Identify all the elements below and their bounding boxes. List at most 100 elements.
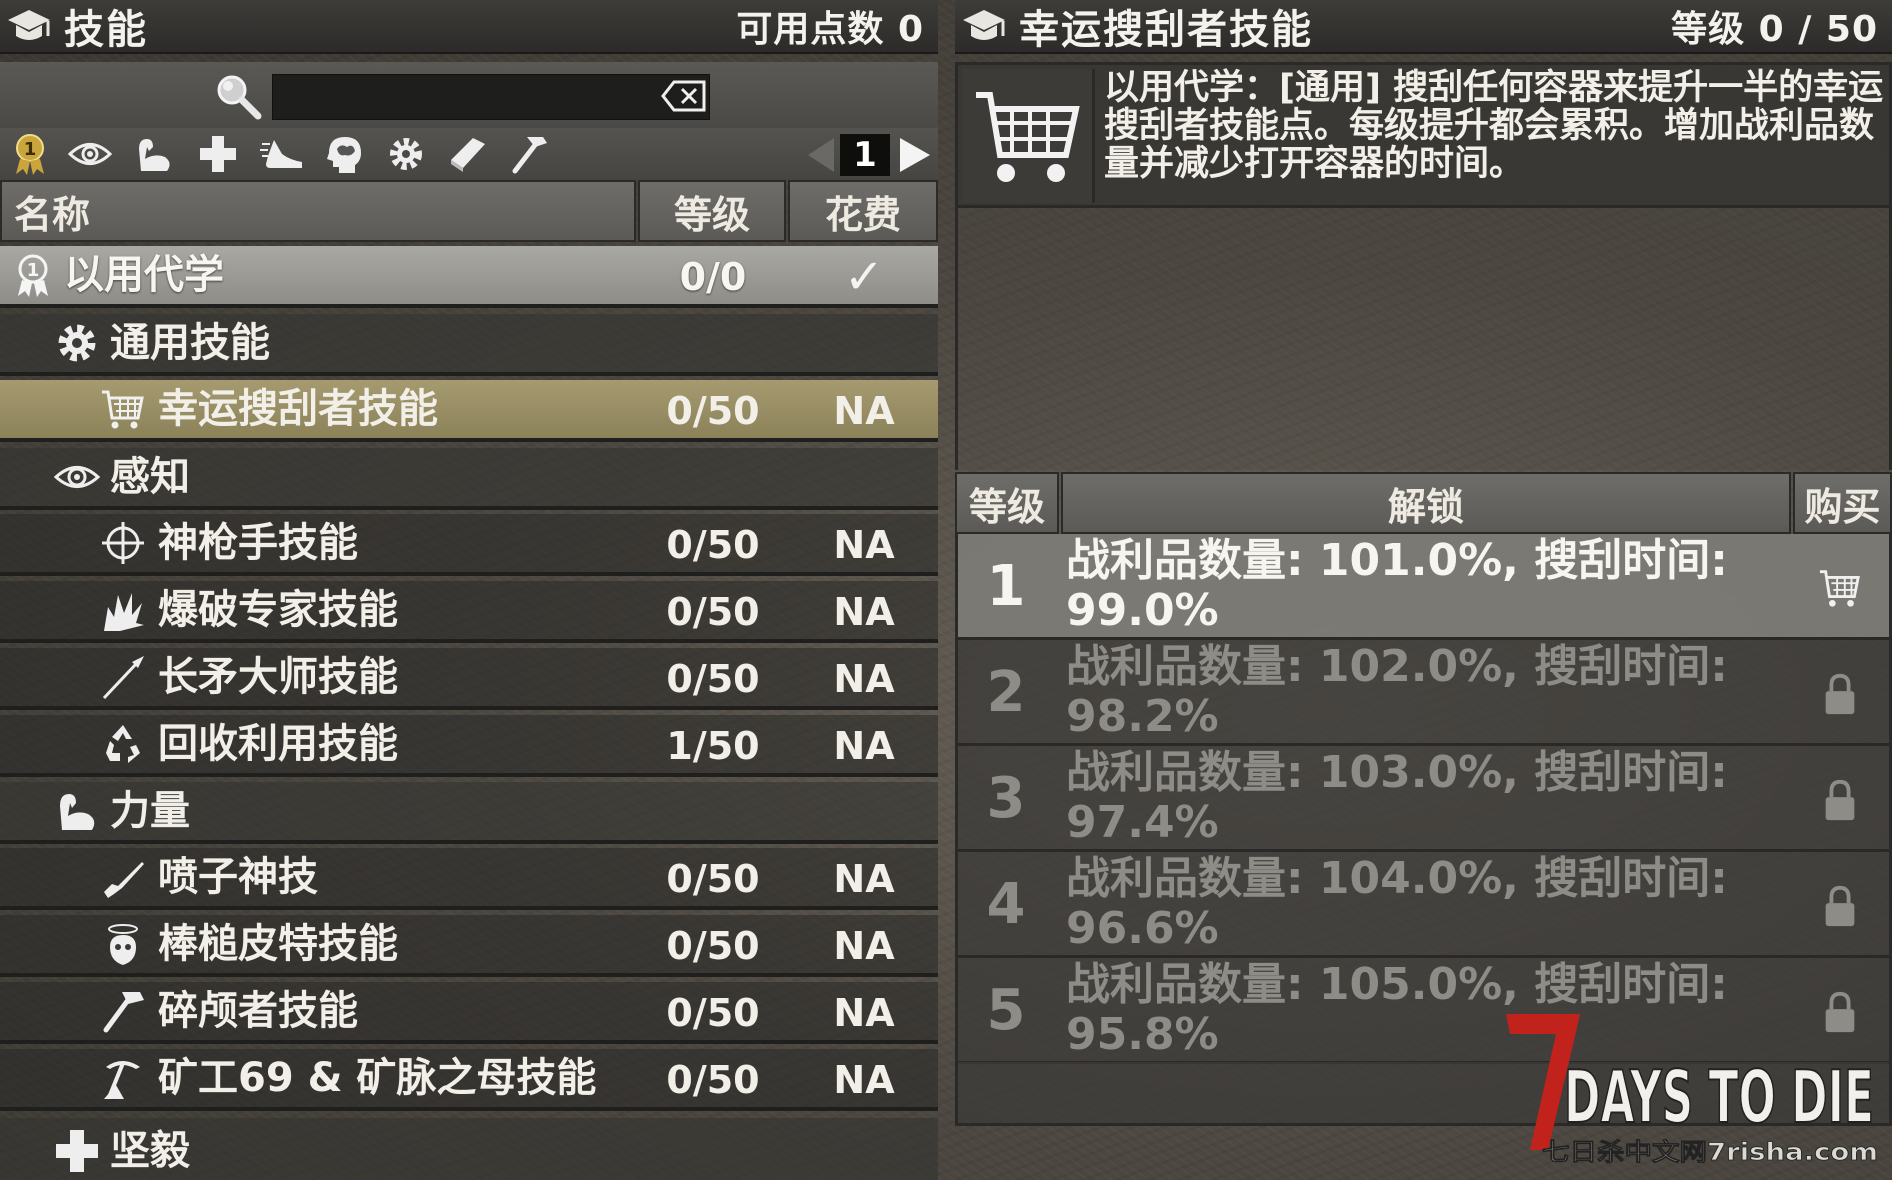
clear-search-icon[interactable] <box>660 79 708 113</box>
row-level: 0/50 <box>666 523 760 567</box>
skill-row-miner69[interactable]: 矿工69 & 矿脉之母技能 0/50 NA <box>0 1049 938 1111</box>
page-number: 1 <box>840 134 890 176</box>
row-cost: NA <box>833 523 895 567</box>
row-label: 以用代学 <box>64 252 224 298</box>
pickaxe-icon <box>104 1061 140 1099</box>
row-level: 0/50 <box>666 1058 760 1102</box>
strength-icon[interactable] <box>130 132 178 176</box>
row-level: 0/0 <box>679 255 747 299</box>
skill-icon-frame <box>962 69 1095 203</box>
svg-text:1: 1 <box>27 260 40 281</box>
game-logo-watermark: DAYS TO DIE 七日杀中文网7risha.com <box>1506 1014 1878 1166</box>
skill-row-lucky-looter[interactable]: 幸运搜刮者技能 0/50 NA <box>0 380 938 442</box>
row-label: 碎颅者技能 <box>158 988 358 1034</box>
row-level: 0/50 <box>666 991 760 1035</box>
row-level: 0/50 <box>666 857 760 901</box>
skills-title: 技能 <box>64 7 148 53</box>
agility-icon[interactable] <box>258 132 306 176</box>
level-description: 战利品数量: 103.0%, 搜刮时间: 97.4% <box>1066 747 1728 848</box>
page-prev-icon[interactable] <box>806 136 836 174</box>
search-icon <box>217 75 262 120</box>
row-cost: NA <box>833 590 895 634</box>
page-next-icon[interactable] <box>898 136 932 174</box>
available-points: 可用点数 0 <box>736 9 924 50</box>
column-level[interactable]: 等级 <box>638 180 786 242</box>
level-description: 战利品数量: 102.0%, 搜刮时间: 98.2% <box>1066 641 1728 742</box>
level-number: 2 <box>986 660 1026 725</box>
row-label: 长矛大师技能 <box>158 654 398 700</box>
category-row-strength[interactable]: 力量 <box>0 782 938 844</box>
skill-title-bar: 幸运搜刮者技能 等级 0 / 50 <box>955 0 1892 54</box>
level-row-1[interactable]: 1 战利品数量: 101.0%, 搜刮时间: 99.0% <box>955 534 1892 640</box>
level-row-3[interactable]: 3 战利品数量: 103.0%, 搜刮时间: 97.4% <box>955 746 1892 852</box>
levels-header: 等级 解锁 购买 <box>955 472 1892 534</box>
category-row-perception[interactable]: 感知 <box>0 448 938 510</box>
row-label: 喷子神技 <box>158 854 318 900</box>
level-row-2[interactable]: 2 战利品数量: 102.0%, 搜刮时间: 98.2% <box>955 640 1892 746</box>
level-number: 4 <box>986 872 1026 937</box>
lock-icon <box>1825 673 1855 715</box>
row-cost: NA <box>833 857 895 901</box>
skill-preview-area <box>955 208 1892 470</box>
search-row <box>0 62 938 128</box>
column-cost[interactable]: 花费 <box>788 180 938 242</box>
skill-row-skull-crusher[interactable]: 碎颅者技能 0/50 NA <box>0 982 938 1044</box>
row-label: 幸运搜刮者技能 <box>158 386 438 432</box>
intellect-icon[interactable] <box>320 132 368 176</box>
skill-row-spear-master[interactable]: 长矛大师技能 0/50 NA <box>0 648 938 710</box>
attribute-row-learn-by-doing[interactable]: 1 以用代学 0/0 ✓ <box>0 246 938 308</box>
level-row-4[interactable]: 4 战利品数量: 104.0%, 搜刮时间: 96.6% <box>955 852 1892 958</box>
skill-row-boomstick[interactable]: 喷子神技 0/50 NA <box>0 848 938 910</box>
books-icon[interactable] <box>444 132 492 176</box>
general-skills-icon[interactable] <box>382 132 430 176</box>
search-input[interactable] <box>272 74 710 120</box>
skill-row-salvage[interactable]: 回收利用技能 1/50 NA <box>0 715 938 777</box>
dizzy-icon <box>108 924 138 965</box>
svg-text:七日杀中文网7risha.com: 七日杀中文网7risha.com <box>1542 1138 1878 1166</box>
skill-row-demolitions[interactable]: 爆破专家技能 0/50 NA <box>0 581 938 643</box>
fortitude-icon[interactable] <box>194 132 242 176</box>
category-row-general[interactable]: 通用技能 <box>0 314 938 376</box>
cart-icon[interactable] <box>1818 566 1862 610</box>
row-level: 0/50 <box>666 389 760 433</box>
checkmark-icon: ✓ <box>843 249 885 305</box>
skill-row-deadeye[interactable]: 神枪手技能 0/50 NA <box>0 514 938 576</box>
row-label: 爆破专家技能 <box>158 587 398 633</box>
row-cost: NA <box>833 924 895 968</box>
level-number: 3 <box>986 766 1026 831</box>
eye-icon <box>54 466 100 488</box>
skills-title-bar: 技能 可用点数 0 <box>0 0 938 54</box>
row-level: 0/50 <box>666 657 760 701</box>
attributes-icon[interactable]: 1 <box>6 132 54 176</box>
category-row-fortitude[interactable]: 坚毅 <box>0 1118 938 1180</box>
row-label: 神枪手技能 <box>158 520 358 566</box>
lock-icon <box>1825 885 1855 927</box>
plus-icon <box>56 1130 98 1172</box>
gear-icon <box>58 324 96 362</box>
skill-level-text: 等级 0 / 50 <box>1671 9 1878 50</box>
perception-icon[interactable] <box>66 132 114 176</box>
row-level: 1/50 <box>666 724 760 768</box>
spear-icon <box>102 656 144 700</box>
row-label: 棒槌皮特技能 <box>158 921 398 967</box>
crafting-icon[interactable] <box>506 132 554 176</box>
column-unlock: 解锁 <box>1061 472 1791 534</box>
svg-text:DAYS TO DIE: DAYS TO DIE <box>1564 1055 1874 1139</box>
row-label: 力量 <box>110 788 190 834</box>
skill-row-pummel-pete[interactable]: 棒槌皮特技能 0/50 NA <box>0 915 938 977</box>
skill-description: 以用代学：[通用] 搜刮任何容器来提升一半的幸运搜刮者技能点。每级提升都会累积。… <box>1104 68 1884 184</box>
row-cost: NA <box>833 1058 895 1102</box>
graduation-cap-icon <box>963 10 1005 40</box>
column-buy: 购买 <box>1793 472 1892 534</box>
row-cost: NA <box>833 724 895 768</box>
lock-icon <box>1825 779 1855 821</box>
row-level: 0/50 <box>666 924 760 968</box>
category-filter-row: 1 1 <box>0 128 938 180</box>
cart-icon <box>976 92 1080 182</box>
level-description: 战利品数量: 104.0%, 搜刮时间: 96.6% <box>1066 853 1728 954</box>
row-label: 感知 <box>110 454 190 500</box>
explosion-icon <box>104 593 144 631</box>
level-number: 1 <box>986 554 1026 619</box>
column-name[interactable]: 名称 <box>0 180 636 242</box>
muscle-icon <box>60 794 95 830</box>
